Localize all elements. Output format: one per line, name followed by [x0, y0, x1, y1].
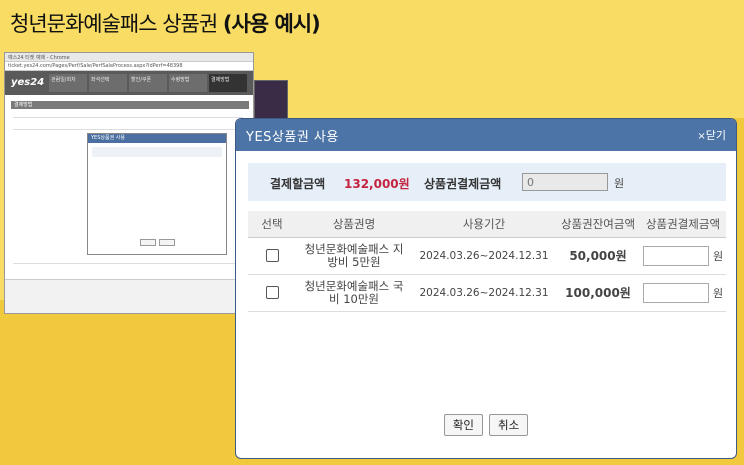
- page-title-emphasis: (사용 예시): [222, 12, 321, 36]
- table-header-row: 선택 상품권명 사용기간 상품권잔여금액 상품권결제금액: [248, 211, 726, 238]
- browser-titlebar: 예스24 티켓 예매 - Chrome: [5, 53, 253, 62]
- divider: [13, 263, 243, 264]
- close-button[interactable]: ×닫기: [697, 127, 726, 143]
- voucher-dialog: YES상품권 사용 ×닫기 결제할금액 132,000원 상품권결제금액 원 선…: [235, 118, 737, 459]
- site-header: yes24 관람일/회차 좌석선택 할인/쿠폰 수령방법 결제방법: [5, 71, 253, 95]
- voucher-balance: 100,000원: [556, 274, 640, 312]
- voucher-period: 2024.03.26~2024.12.31: [412, 274, 556, 312]
- payment-summary: 결제할금액 132,000원 상품권결제금액 원: [248, 163, 726, 201]
- confirm-button[interactable]: 확인: [443, 414, 483, 436]
- column-header: 사용기간: [412, 211, 556, 238]
- divider: [13, 117, 243, 118]
- mini-dialog-summary: [92, 147, 222, 157]
- step-tab: 관람일/회차: [49, 74, 87, 92]
- voucher-name: 청년문화예술패스 지방비 5만원: [296, 237, 412, 275]
- section-bar: 결제방법: [11, 101, 249, 109]
- column-header: 상품권명: [296, 211, 412, 238]
- page-title-text: 청년문화예술패스 상품권: [10, 12, 218, 36]
- currency-unit: 원: [712, 286, 724, 300]
- currency-unit: 원: [614, 177, 625, 190]
- divider: [13, 129, 243, 130]
- mini-dialog: YES상품권 사용: [87, 133, 227, 255]
- table-row: 청년문화예술패스 지방비 5만원 2024.03.26~2024.12.31 5…: [248, 237, 726, 275]
- column-header: 상품권잔여금액: [556, 211, 640, 238]
- dialog-header: YES상품권 사용 ×닫기: [236, 119, 736, 151]
- payment-amount-label: 결제할금액: [270, 177, 326, 191]
- close-icon: ×: [697, 131, 706, 142]
- voucher-table: 선택 상품권명 사용기간 상품권잔여금액 상품권결제금액 청년문화예술패스 지방…: [248, 211, 726, 312]
- voucher-payment-field[interactable]: [522, 173, 608, 191]
- step-tab: 좌석선택: [89, 74, 127, 92]
- step-tab: 할인/쿠폰: [129, 74, 167, 92]
- background-browser-window: 예스24 티켓 예매 - Chrome ticket.yes24.com/Pag…: [4, 52, 254, 314]
- column-header: 선택: [248, 211, 296, 238]
- step-tabs: 관람일/회차 좌석선택 할인/쿠폰 수령방법 결제방법: [49, 74, 247, 92]
- voucher-amount-input[interactable]: [642, 245, 709, 266]
- page-title: 청년문화예술패스 상품권 (사용 예시): [10, 8, 321, 38]
- voucher-balance: 50,000원: [556, 237, 640, 275]
- voucher-amount-input[interactable]: [642, 282, 709, 303]
- site-logo: yes24: [11, 77, 45, 88]
- mini-dialog-title: YES상품권 사용: [88, 134, 226, 143]
- payment-amount: 132,000원: [344, 177, 410, 191]
- table-row: 청년문화예술패스 국비 10만원 2024.03.26~2024.12.31 1…: [248, 274, 726, 312]
- browser-address-bar: ticket.yes24.com/Pages/Perf/Sale/PerfSal…: [5, 62, 253, 71]
- column-header: 상품권결제금액: [640, 211, 726, 238]
- voucher-period: 2024.03.26~2024.12.31: [412, 237, 556, 275]
- page-footer: [5, 279, 253, 313]
- voucher-name: 청년문화예술패스 국비 10만원: [296, 274, 412, 312]
- select-checkbox[interactable]: [265, 286, 279, 300]
- currency-unit: 원: [712, 249, 724, 263]
- dialog-title: YES상품권 사용: [246, 129, 339, 145]
- step-tab: 수령방법: [169, 74, 207, 92]
- mini-dialog-buttons: [140, 239, 175, 246]
- cancel-button[interactable]: 취소: [489, 414, 529, 436]
- voucher-payment-label: 상품권결제금액: [424, 177, 502, 191]
- select-checkbox[interactable]: [265, 249, 279, 263]
- dialog-buttons: 확인 취소: [236, 414, 736, 436]
- step-tab-active: 결제방법: [209, 74, 247, 92]
